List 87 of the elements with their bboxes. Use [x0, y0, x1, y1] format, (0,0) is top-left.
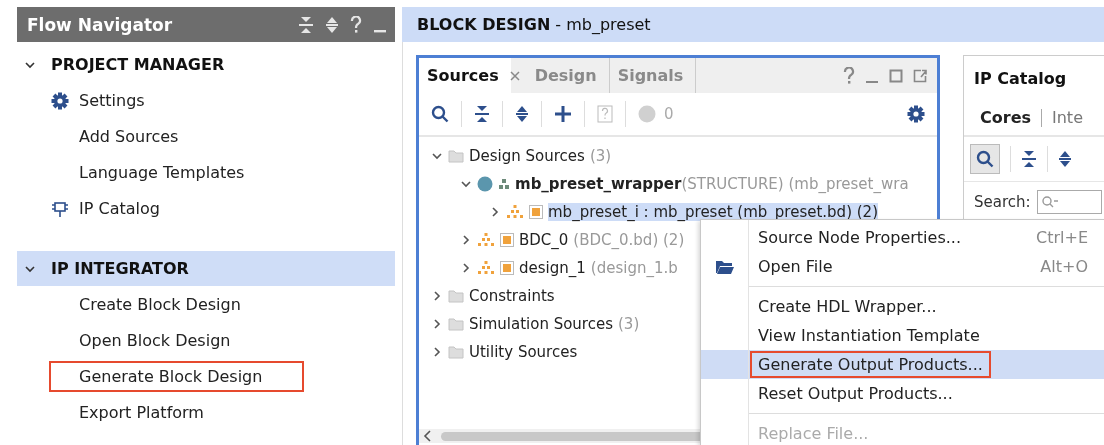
- catalog-tab[interactable]: Cores: [980, 108, 1031, 127]
- tree-item-detail: (3): [589, 147, 612, 165]
- chevron-down-icon[interactable]: [431, 150, 443, 162]
- chip-icon: [51, 199, 69, 218]
- nav-item[interactable]: IP Catalog: [49, 193, 202, 224]
- tree-item-detail: (3): [618, 315, 640, 333]
- circle-icon: [477, 176, 493, 192]
- search-icon: [976, 150, 994, 168]
- tree-item-detail: (STRUCTURE) (mb_preset_wra: [681, 175, 909, 193]
- block-icon: [529, 205, 543, 219]
- chevron-right-icon[interactable]: [431, 346, 443, 358]
- search-label: Search:: [974, 193, 1031, 211]
- highlight-frame: Replace File...: [750, 420, 877, 445]
- message-count: 0: [664, 105, 674, 123]
- panel-title: Flow Navigator: [27, 14, 174, 35]
- menu-item[interactable]: View Instantiation Template: [701, 321, 1104, 350]
- search-button[interactable]: [970, 144, 1000, 174]
- collapse-all-icon[interactable]: [474, 105, 490, 123]
- nav-item[interactable]: Export Platform: [49, 397, 246, 428]
- gear-icon[interactable]: [907, 105, 925, 123]
- gear-icon: [51, 91, 69, 110]
- search-icon[interactable]: [431, 105, 449, 123]
- tree-item[interactable]: mb_preset_i : mb_preset (mb_preset.bd) (2): [548, 203, 878, 221]
- hierarchy-icon: [477, 261, 495, 275]
- shortcut-label: Alt+O: [1040, 257, 1088, 276]
- status-circle-icon: [638, 105, 656, 123]
- menu-item[interactable]: Reset Output Products...: [701, 379, 1104, 408]
- tree-item[interactable]: Simulation Sources: [469, 315, 613, 333]
- tree-item[interactable]: Design Sources: [469, 147, 585, 165]
- section-header[interactable]: PROJECT MANAGER: [17, 47, 395, 82]
- collapse-all-icon[interactable]: [298, 15, 314, 34]
- header-subtitle: - mb_preset: [555, 15, 651, 34]
- collapse-all-icon[interactable]: [1021, 150, 1037, 168]
- tree-item-detail: (BDC_0.bd) (2): [573, 231, 685, 249]
- block-icon: [500, 261, 514, 275]
- highlight-frame: View Instantiation Template: [750, 322, 988, 349]
- help-icon[interactable]: [843, 66, 855, 85]
- menu-item[interactable]: Generate Output Products...: [701, 350, 1104, 379]
- menu-item[interactable]: Source Node Properties... Ctrl+E: [701, 223, 1104, 252]
- shortcut-label: Ctrl+E: [1036, 228, 1088, 247]
- search-field[interactable]: [1036, 190, 1102, 214]
- tree-item[interactable]: mb_preset_wrapper: [515, 175, 682, 193]
- folder-icon: [448, 149, 464, 163]
- nav-item[interactable]: Add Sources: [49, 121, 221, 152]
- folder-icon: [448, 345, 464, 359]
- scroll-left-icon[interactable]: [423, 430, 433, 442]
- hierarchy-icon: [506, 205, 524, 219]
- highlight-frame: Create HDL Wrapper...: [750, 293, 945, 320]
- highlight-frame: Open File: [750, 253, 841, 280]
- tree-item[interactable]: Constraints: [469, 287, 555, 305]
- highlight-frame: Reset Output Products...: [750, 380, 961, 407]
- add-icon[interactable]: [554, 105, 572, 123]
- folder-icon: [448, 289, 464, 303]
- expand-all-icon[interactable]: [325, 15, 339, 34]
- hierarchy-icon: [477, 233, 495, 247]
- hierarchy-icon: [498, 178, 510, 190]
- chevron-right-icon[interactable]: [431, 318, 443, 330]
- close-icon[interactable]: [508, 69, 521, 82]
- menu-item[interactable]: Create HDL Wrapper...: [701, 292, 1104, 321]
- block-icon: [500, 233, 514, 247]
- chevron-right-icon[interactable]: [489, 206, 501, 218]
- tree-item[interactable]: design_1: [519, 259, 586, 277]
- highlight-frame: Source Node Properties...: [750, 224, 969, 251]
- chevron-right-icon[interactable]: [460, 262, 472, 274]
- expand-all-icon[interactable]: [1058, 150, 1072, 168]
- panel-tab[interactable]: Sources: [419, 58, 511, 93]
- nav-item[interactable]: Open Block Design: [49, 325, 273, 356]
- expand-all-icon[interactable]: [515, 105, 529, 123]
- chevron-right-icon[interactable]: [460, 234, 472, 246]
- highlight-frame: Generate Output Products...: [750, 351, 991, 378]
- folder-icon: [448, 317, 464, 331]
- menu-item[interactable]: Open File Alt+O: [701, 252, 1104, 281]
- help-icon[interactable]: [350, 15, 362, 34]
- search-icon: [1040, 195, 1059, 209]
- catalog-tab[interactable]: Inte: [1052, 108, 1083, 127]
- chevron-down-icon[interactable]: [460, 178, 472, 190]
- nav-item[interactable]: Generate Block Design: [49, 361, 305, 392]
- tree-item[interactable]: Utility Sources: [469, 343, 578, 361]
- tree-item-detail: (design_1.b: [590, 259, 678, 277]
- chevron-right-icon[interactable]: [431, 290, 443, 302]
- header-title: BLOCK DESIGN: [417, 15, 551, 34]
- nav-item[interactable]: Language Templates: [49, 157, 287, 188]
- panel-title: IP Catalog: [973, 67, 1068, 90]
- tree-item[interactable]: BDC_0: [519, 231, 569, 249]
- section-header[interactable]: IP INTEGRATOR: [17, 251, 395, 286]
- nav-item[interactable]: Create Block Design: [49, 289, 283, 320]
- nav-item[interactable]: Settings: [49, 85, 187, 116]
